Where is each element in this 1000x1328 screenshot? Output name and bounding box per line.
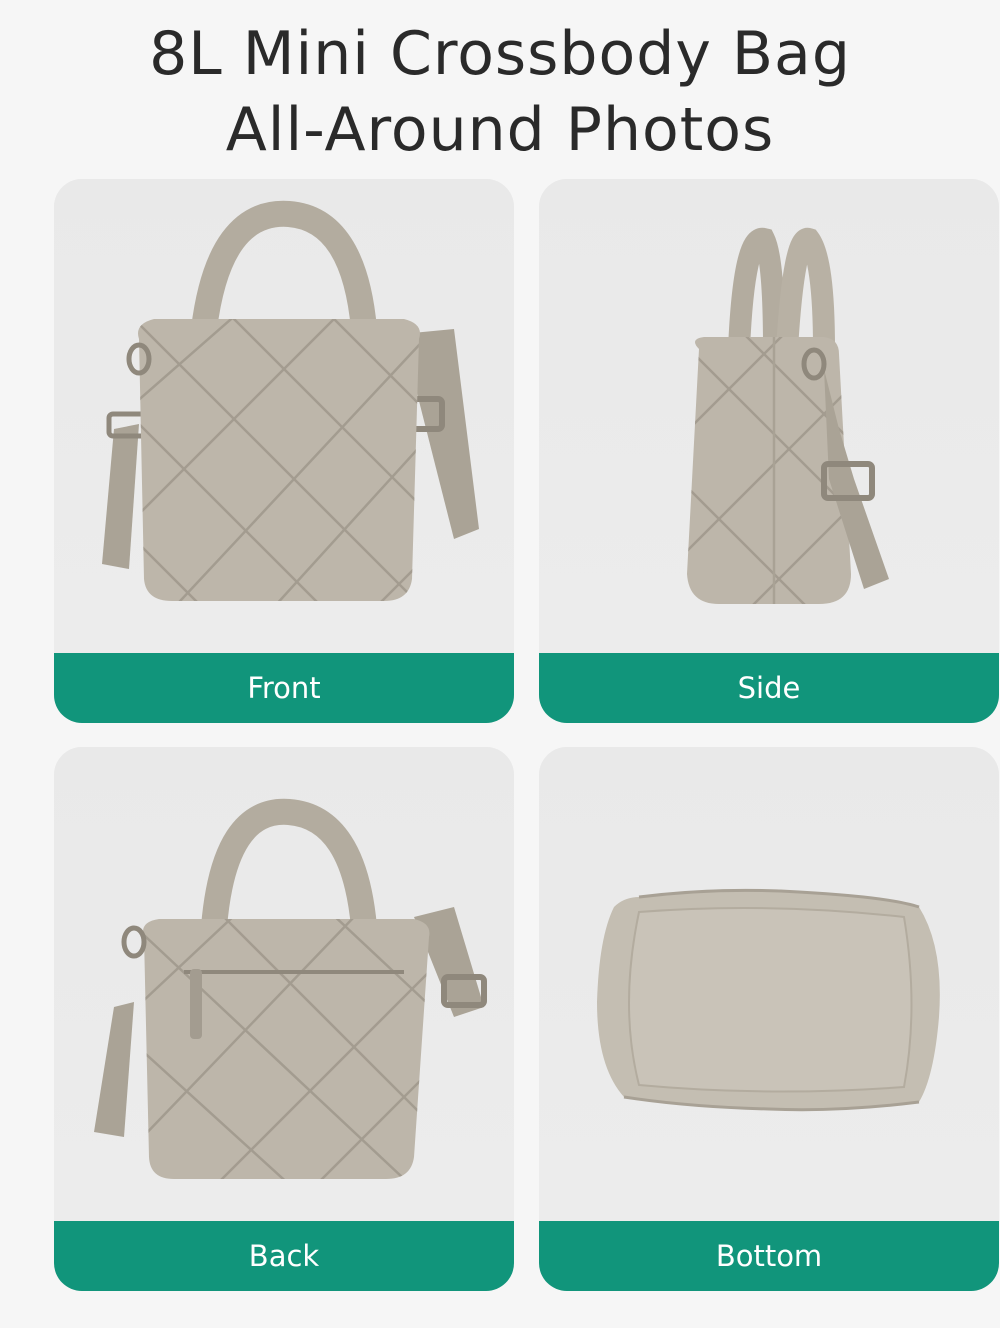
title-line-2: All-Around Photos [225, 95, 775, 165]
bag-side-photo [539, 179, 999, 653]
view-card-bottom: Bottom [539, 747, 999, 1291]
bag-front-photo [54, 179, 514, 653]
bag-back-photo [54, 747, 514, 1221]
bag-bottom-photo [539, 747, 999, 1221]
title-line-1: 8L Mini Crossbody Bag [149, 19, 851, 89]
view-label-bottom: Bottom [539, 1221, 999, 1291]
view-label-front: Front [54, 653, 514, 723]
view-card-front: Front [54, 179, 514, 723]
view-label-side: Side [539, 653, 999, 723]
view-card-side: Side [539, 179, 999, 723]
view-card-back: Back [54, 747, 514, 1291]
view-label-back: Back [54, 1221, 514, 1291]
page-title: 8L Mini Crossbody Bag All-Around Photos [0, 16, 1000, 168]
